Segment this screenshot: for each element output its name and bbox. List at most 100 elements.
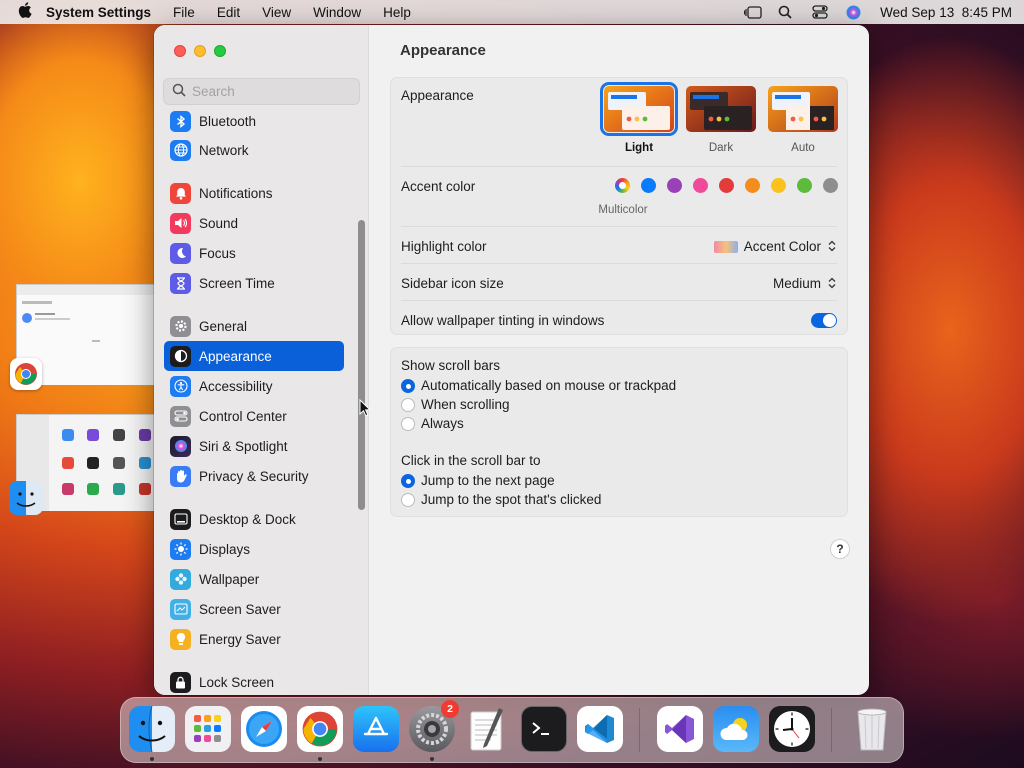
sidebar-item-general[interactable]: General — [164, 311, 344, 341]
radio-button[interactable] — [401, 378, 415, 393]
textedit-icon[interactable] — [465, 706, 511, 752]
menubar-clock[interactable]: Wed Sep 13 8:45 PM — [880, 5, 1012, 20]
radio-label: Jump to the spot that's clicked — [421, 492, 602, 507]
menu-help[interactable]: Help — [383, 5, 411, 20]
sidebar-item-focus[interactable]: Focus — [164, 238, 344, 268]
wallpaper-tinting-toggle[interactable] — [811, 313, 837, 328]
accent-graphite-swatch[interactable] — [823, 178, 838, 193]
visual-studio-icon[interactable] — [657, 706, 703, 752]
launchpad-icon[interactable] — [185, 706, 231, 752]
window-controls — [174, 45, 226, 57]
accent-green-swatch[interactable] — [797, 178, 812, 193]
appearance-option-auto-label[interactable]: Auto — [768, 142, 838, 154]
running-indicator — [150, 757, 154, 761]
radio-scroll-always[interactable]: Always — [401, 416, 464, 431]
sidebar-item-wallpaper[interactable]: Wallpaper — [164, 564, 344, 594]
system-settings-icon[interactable]: 2 — [409, 700, 459, 752]
safari-icon[interactable] — [241, 706, 287, 752]
system-settings-window: Search Bluetooth Network Notifications S… — [154, 25, 869, 695]
sidebar-item-privacy-security[interactable]: Privacy & Security — [164, 461, 344, 491]
sidebar-item-appearance[interactable]: Appearance — [164, 341, 344, 371]
apple-menu-icon[interactable] — [18, 2, 36, 22]
appearance-label: Appearance — [401, 88, 474, 103]
sidebar-item-accessibility[interactable]: Accessibility — [164, 371, 344, 401]
radio-button[interactable] — [401, 397, 415, 412]
sidebar-icon-size-label: Sidebar icon size — [401, 276, 504, 291]
stage-manager-icon[interactable] — [744, 5, 762, 19]
sidebar-item-lock-screen[interactable]: Lock Screen — [164, 667, 344, 695]
chrome-icon[interactable] — [297, 706, 343, 752]
sidebar-item-bluetooth[interactable]: Bluetooth — [164, 109, 344, 133]
search-field[interactable]: Search — [163, 78, 360, 105]
radio-button[interactable] — [401, 492, 415, 507]
sidebar-item-screen-saver[interactable]: Screen Saver — [164, 594, 344, 624]
sidebar-item-label: Notifications — [199, 185, 273, 201]
radio-button[interactable] — [401, 416, 415, 431]
menu-view[interactable]: View — [262, 5, 291, 20]
appearance-option-light-label[interactable]: Light — [604, 142, 674, 154]
accent-pink-swatch[interactable] — [693, 178, 708, 193]
sidebar-item-screen-time[interactable]: Screen Time — [164, 268, 344, 298]
accent-orange-swatch[interactable] — [745, 178, 760, 193]
sidebar-item-label: Focus — [199, 245, 236, 261]
chrome-app-icon-small[interactable] — [10, 358, 42, 390]
sidebar-item-notifications[interactable]: Notifications — [164, 178, 344, 208]
help-button[interactable]: ? — [830, 539, 850, 559]
vscode-icon[interactable] — [577, 706, 623, 752]
sidebar-icon-size-row: Sidebar icon size Medium — [401, 276, 837, 291]
appearance-option-auto[interactable] — [768, 86, 838, 132]
sidebar-item-desktop-dock[interactable]: Desktop & Dock — [164, 504, 344, 534]
sidebar-item-energy-saver[interactable]: Energy Saver — [164, 624, 344, 654]
appearance-option-light[interactable] — [600, 82, 678, 136]
control-center-menu-icon[interactable] — [812, 5, 828, 19]
menu-edit[interactable]: Edit — [217, 5, 240, 20]
dock-separator — [831, 708, 832, 752]
terminal-icon[interactable] — [521, 706, 567, 752]
sidebar-item-control-center[interactable]: Control Center — [164, 401, 344, 431]
menu-app-name[interactable]: System Settings — [46, 5, 151, 20]
radio-scroll-auto[interactable]: Automatically based on mouse or trackpad — [401, 378, 676, 393]
appearance-option-dark[interactable] — [686, 86, 756, 132]
sidebar-item-siri-spotlight[interactable]: Siri & Spotlight — [164, 431, 344, 461]
weather-icon[interactable] — [713, 706, 759, 752]
siri-icon[interactable] — [846, 5, 862, 20]
menu-window[interactable]: Window — [313, 5, 361, 20]
sidebar-icon-size-popup[interactable]: Medium — [773, 276, 837, 291]
app-store-icon[interactable] — [353, 706, 399, 752]
dock-separator — [639, 708, 640, 752]
sidebar-item-displays[interactable]: Displays — [164, 534, 344, 564]
accent-blue-swatch[interactable] — [641, 178, 656, 193]
menu-file[interactable]: File — [173, 5, 195, 20]
finder-icon[interactable] — [129, 706, 175, 752]
accent-purple-swatch[interactable] — [667, 178, 682, 193]
accent-multicolor-swatch[interactable] — [615, 178, 630, 193]
zoom-button[interactable] — [214, 45, 226, 57]
clock-icon[interactable] — [769, 706, 815, 752]
appearance-option-dark-label[interactable]: Dark — [686, 142, 756, 154]
click-scroll-bar-row: Click in the scroll bar to — [401, 453, 837, 468]
close-button[interactable] — [174, 45, 186, 57]
radio-button[interactable] — [401, 473, 415, 488]
sidebar-item-sound[interactable]: Sound — [164, 208, 344, 238]
finder-app-icon-small[interactable] — [9, 481, 43, 515]
wallpaper-tinting-row: Allow wallpaper tinting in windows — [401, 313, 837, 328]
sidebar-item-label: Appearance — [199, 348, 272, 364]
sidebar-item-label: Siri & Spotlight — [199, 438, 288, 454]
radio-jump-spot-clicked[interactable]: Jump to the spot that's clicked — [401, 492, 601, 507]
minimize-button[interactable] — [194, 45, 206, 57]
divider — [401, 300, 837, 301]
accent-yellow-swatch[interactable] — [771, 178, 786, 193]
sidebar-scrollbar[interactable] — [358, 220, 365, 510]
spotlight-search-icon[interactable] — [778, 5, 794, 19]
hand-icon — [170, 465, 191, 487]
sidebar-item-network[interactable]: Network — [164, 135, 344, 165]
bluetooth-icon — [170, 110, 191, 132]
trash-icon[interactable] — [849, 706, 895, 752]
running-indicator — [430, 757, 434, 761]
highlight-swatch — [713, 240, 738, 253]
radio-jump-next-page[interactable]: Jump to the next page — [401, 473, 555, 488]
accent-red-swatch[interactable] — [719, 178, 734, 193]
notification-badge: 2 — [441, 700, 459, 718]
radio-scroll-when-scrolling[interactable]: When scrolling — [401, 397, 510, 412]
highlight-color-popup[interactable]: Accent Color — [713, 239, 837, 254]
